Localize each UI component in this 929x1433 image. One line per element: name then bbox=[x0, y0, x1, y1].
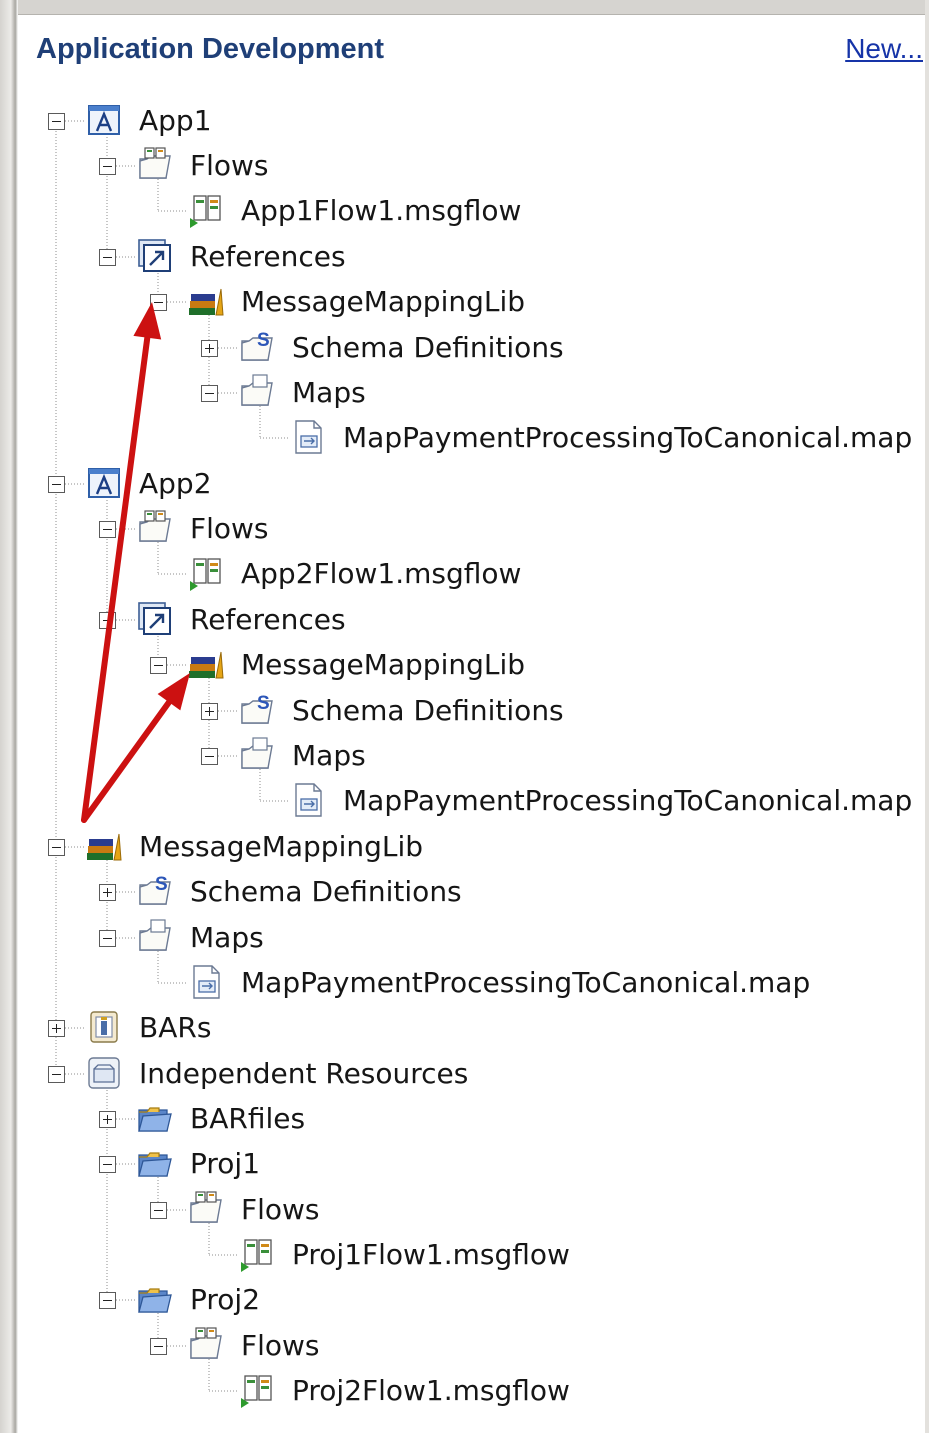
application-development-view: Application Development New... App1 Flows… bbox=[0, 0, 929, 1433]
arrow-to-app1-library bbox=[81, 302, 162, 823]
annotation-arrows bbox=[81, 302, 190, 823]
